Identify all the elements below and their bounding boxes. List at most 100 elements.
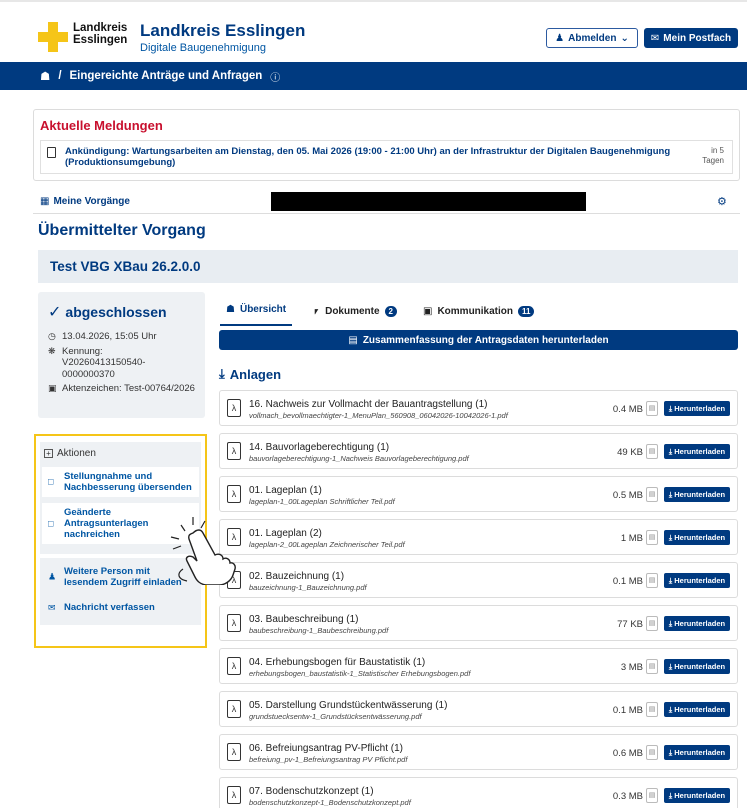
- status-label: ✓ abgeschlossen: [48, 304, 167, 321]
- breadcrumb: ☗ / Eingereichte Anträge und Anfragen ⓘ: [0, 62, 747, 90]
- attachment-size: 77 KB: [617, 619, 643, 630]
- clock-icon: ◷: [48, 331, 56, 341]
- pdf-icon: ⎖: [312, 306, 321, 317]
- attachment-row: λ 03. Baubeschreibung (1) baubeschreibung-…: [219, 605, 738, 641]
- user-icon: ♟: [555, 32, 565, 44]
- download-icon: ⤓: [668, 661, 673, 671]
- breadcrumb-separator: /: [58, 70, 62, 82]
- home-icon[interactable]: ☗: [40, 69, 50, 83]
- documents-count-badge: 2: [384, 306, 397, 317]
- download-button[interactable]: ⤓ Herunterladen: [664, 659, 730, 674]
- attachment-title: 01. Lageplan (2): [249, 528, 322, 539]
- chevron-down-icon: ⌄: [620, 32, 629, 44]
- attachment-filename: lageplan-1_00Lageplan Schriftlicher Teil…: [249, 497, 395, 506]
- attachment-filename: baubeschreibung-1_Baubeschreibung.pdf: [249, 626, 389, 635]
- status-datetime: ◷ 13.04.2026, 15:05 Uhr: [48, 331, 157, 342]
- attachment-size: 49 KB: [617, 447, 643, 458]
- download-button[interactable]: ⤓ Herunterladen: [664, 401, 730, 416]
- pdf-icon: λ: [227, 399, 241, 417]
- preview-icon[interactable]: ▤: [646, 444, 658, 459]
- attachment-row: λ 16. Nachweis zur Vollmacht der Bauantra…: [219, 390, 738, 426]
- attachment-row: λ 07. Bodenschutzkonzept (1) bodenschutzko…: [219, 777, 738, 808]
- preview-icon[interactable]: ▤: [646, 745, 658, 760]
- envelope-icon: ✉: [48, 602, 56, 612]
- action-submit-statement[interactable]: □ Stellungnahme und Nachbesserung überse…: [42, 467, 199, 497]
- attachment-filename: vollmach_bevollmaechtigter-1_MenuPlan_56…: [249, 411, 508, 420]
- attachment-size: 0.1 MB: [612, 705, 643, 716]
- site-subtitle: Digitale Baugenehmigung: [140, 42, 266, 54]
- attachment-row: λ 01. Lageplan (2) lageplan-2_00Lageplan Z…: [219, 519, 738, 555]
- attachment-filename: grundstuecksentw-1_Grundstücksentwässeru…: [249, 712, 422, 721]
- download-button[interactable]: ⤓ Herunterladen: [664, 788, 730, 803]
- download-icon: ⤓: [219, 366, 225, 381]
- attachment-title: 07. Bodenschutzkonzept (1): [249, 786, 374, 797]
- download-button[interactable]: ⤓ Herunterladen: [664, 745, 730, 760]
- preview-icon[interactable]: ▤: [646, 659, 658, 674]
- attachment-row: λ 14. Bauvorlageberechtigung (1) bauvorlag…: [219, 433, 738, 469]
- news-title: Aktuelle Meldungen: [40, 118, 163, 133]
- download-icon: ⤓: [668, 704, 673, 714]
- pdf-icon: λ: [227, 442, 241, 460]
- download-summary-button[interactable]: ▤ Zusammenfassung der Antragsdaten herun…: [219, 330, 738, 350]
- attachment-row: λ 04. Erhebungsbogen für Baustatistik (1)…: [219, 648, 738, 684]
- actions-title: + Aktionen: [44, 448, 197, 459]
- download-icon: ⤓: [668, 790, 673, 800]
- tab-overview[interactable]: ☗ Übersicht: [220, 298, 293, 326]
- news-item-text: Ankündigung: Wartungsarbeiten am Diensta…: [65, 146, 671, 168]
- attachment-size: 0.4 MB: [612, 404, 643, 415]
- news-item[interactable]: Ankündigung: Wartungsarbeiten am Diensta…: [40, 140, 733, 174]
- pdf-icon: λ: [227, 700, 241, 718]
- attachment-filename: bauvorlageberechtigung-1_Nachweis Bauvor…: [249, 454, 469, 463]
- pdf-icon: λ: [227, 657, 241, 675]
- checkmark-icon: ✓: [48, 304, 62, 321]
- download-icon: ⤓: [668, 489, 673, 499]
- attachment-title: 01. Lageplan (1): [249, 485, 322, 496]
- gear-icon[interactable]: ⚙: [717, 195, 727, 208]
- preview-icon[interactable]: ▤: [646, 401, 658, 416]
- attachment-title: 16. Nachweis zur Vollmacht der Bauantrag…: [249, 399, 488, 410]
- attachment-filename: erhebungsbogen_baustatistik-1_Statistisc…: [249, 669, 471, 678]
- download-icon: ⤓: [668, 618, 673, 628]
- status-aktenzeichen: ▣ Aktenzeichen: Test-00764/2026: [48, 383, 195, 394]
- preview-icon[interactable]: ▤: [646, 530, 658, 545]
- attachment-title: 02. Bauzeichnung (1): [249, 571, 345, 582]
- download-icon: ⤓: [668, 747, 673, 757]
- chat-icon: ▣: [423, 306, 433, 317]
- download-button[interactable]: ⤓ Herunterladen: [664, 530, 730, 545]
- attachment-title: 05. Darstellung Grundstückentwässerung (…: [249, 700, 448, 711]
- download-icon: ⤓: [668, 446, 673, 456]
- download-button[interactable]: ⤓ Herunterladen: [664, 573, 730, 588]
- attachment-size: 0.6 MB: [612, 748, 643, 759]
- tab-documents[interactable]: ⎖ Dokumente 2: [306, 300, 403, 326]
- attachments-title: ⤓ Anlagen: [219, 366, 282, 382]
- users-icon: ♟: [48, 571, 57, 582]
- help-icon[interactable]: ⓘ: [270, 69, 280, 84]
- attachment-row: λ 01. Lageplan (1) lageplan-1_00Lageplan S…: [219, 476, 738, 512]
- preview-icon[interactable]: ▤: [646, 573, 658, 588]
- download-button[interactable]: ⤓ Herunterladen: [664, 702, 730, 717]
- download-button[interactable]: ⤓ Herunterladen: [664, 444, 730, 459]
- preview-icon[interactable]: ▤: [646, 487, 658, 502]
- site-header: Landkreis Esslingen Landkreis Esslingen …: [0, 0, 747, 60]
- action-write-message[interactable]: ✉ Nachricht verfassen: [42, 598, 199, 617]
- page-title: Übermittelter Vorgang: [38, 222, 206, 239]
- download-button[interactable]: ⤓ Herunterladen: [664, 487, 730, 502]
- preview-icon[interactable]: ▤: [646, 702, 658, 717]
- logout-button[interactable]: ♟ Abmelden ⌄: [546, 28, 638, 48]
- my-cases-link[interactable]: ▦ Meine Vorgänge: [40, 196, 130, 207]
- preview-icon[interactable]: ▤: [646, 616, 658, 631]
- attachment-size: 3 MB: [620, 662, 643, 673]
- mailbox-button[interactable]: ✉ Mein Postfach: [644, 28, 738, 48]
- preview-icon[interactable]: ▤: [646, 788, 658, 803]
- file-icon: □: [48, 518, 54, 528]
- pdf-icon: λ: [227, 786, 241, 804]
- attachment-row: λ 05. Darstellung Grundstückentwässerung …: [219, 691, 738, 727]
- divider: [33, 213, 740, 214]
- download-button[interactable]: ⤓ Herunterladen: [664, 616, 730, 631]
- pdf-icon: λ: [227, 743, 241, 761]
- site-title[interactable]: Landkreis Esslingen: [140, 21, 305, 41]
- gear-small-icon: ❋: [48, 345, 56, 356]
- attachment-filename: befreiung_pv-1_Befreiungsantrag PV Pflic…: [249, 755, 408, 764]
- tab-communication[interactable]: ▣ Kommunikation 11: [417, 300, 540, 326]
- breadcrumb-current[interactable]: Eingereichte Anträge und Anfragen: [70, 70, 263, 82]
